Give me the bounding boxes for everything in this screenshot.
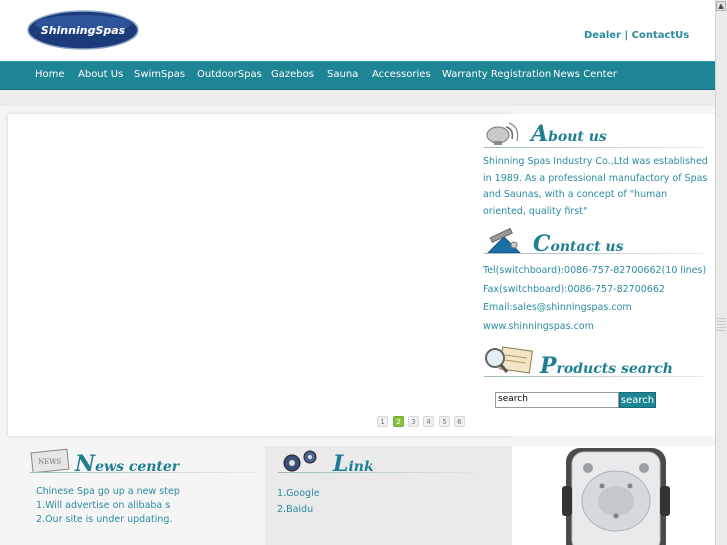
news-divider (30, 472, 260, 473)
contact-fax: Fax(switchboard):0086-757-82700662 (483, 284, 665, 295)
search-divider (484, 376, 704, 377)
link-baidu[interactable]: 2.Baidu (277, 504, 313, 515)
dealer-link[interactable]: Dealer (584, 30, 621, 41)
search-button[interactable]: search (619, 392, 656, 408)
hot-tub-image[interactable] (558, 446, 674, 545)
contact-email[interactable]: Email:sales@shinningspas.com (483, 302, 632, 313)
pager-page-6[interactable]: 6 (454, 416, 465, 427)
nav-about-us[interactable]: About Us (78, 69, 123, 80)
magnifier-notebook-icon (485, 346, 533, 374)
nav-sauna[interactable]: Sauna (327, 69, 358, 80)
gears-icon (283, 450, 317, 472)
news-item[interactable]: Chinese Spa go up a new step (36, 486, 180, 497)
logo[interactable]: ShinningSpas (27, 10, 139, 50)
news-item[interactable]: 1.Will advertise on alibaba s (36, 500, 170, 511)
contact-link[interactable]: ContactUs (632, 30, 690, 41)
nav-accessories[interactable]: Accessories (372, 69, 431, 80)
nav-news-center[interactable]: News Center (553, 69, 617, 80)
nav-home[interactable]: Home (35, 69, 65, 80)
top-links-separator: | (620, 30, 632, 41)
pager-page-4[interactable]: 4 (423, 416, 434, 427)
top-links: Dealer | ContactUs (584, 30, 689, 41)
link-google[interactable]: 1.Google (277, 488, 320, 499)
telescope-icon (486, 227, 522, 254)
nav-outdoorspas[interactable]: OutdoorSpas (197, 69, 262, 80)
news-item[interactable]: 2.Our site is under updating. (36, 514, 172, 525)
nav-swimspas[interactable]: SwimSpas (134, 69, 185, 80)
slideshow-panel (8, 114, 511, 436)
scroll-up-arrow-icon[interactable]: ▲ (716, 1, 726, 11)
news-center-heading: News center (75, 451, 180, 477)
pager-page-2[interactable]: 2 (393, 416, 404, 427)
satellite-dish-icon (486, 122, 519, 145)
nav-warranty-registration[interactable]: Warranty Registration (442, 69, 551, 80)
logo-text: ShinningSpas (41, 24, 126, 37)
scrollbar[interactable] (715, 0, 727, 545)
sub-nav-bar (0, 90, 715, 106)
link-heading: Link (333, 451, 374, 477)
svg-text:NEWS: NEWS (38, 458, 61, 466)
search-input[interactable]: search (495, 392, 619, 408)
contact-tel: Tel(switchboard):0086-757-82700662(10 li… (483, 265, 707, 276)
contact-website[interactable]: www.shinningspas.com (483, 321, 594, 332)
scrollbar-thumb[interactable] (717, 318, 726, 332)
newspaper-icon: NEWS (30, 448, 70, 473)
about-divider (484, 147, 704, 148)
pager-page-3[interactable]: 3 (408, 416, 419, 427)
nav-gazebos[interactable]: Gazebos (271, 69, 314, 80)
pager-page-5[interactable]: 5 (439, 416, 450, 427)
about-us-heading: About us (531, 121, 607, 147)
contact-divider (484, 253, 704, 254)
link-divider (278, 472, 503, 473)
pager-page-1[interactable]: 1 (377, 416, 388, 427)
about-text: Shinning Spas Industry Co.,Ltd was estab… (483, 156, 708, 217)
